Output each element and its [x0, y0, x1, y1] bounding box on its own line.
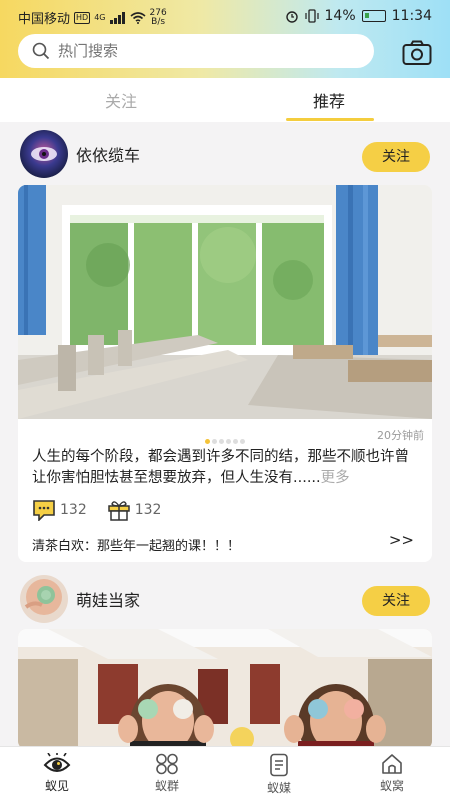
home-icon	[382, 754, 402, 774]
gift-count: 132	[134, 502, 162, 518]
carousel-dot[interactable]	[233, 439, 238, 444]
search-bar[interactable]	[18, 34, 374, 68]
carousel-indicator	[18, 429, 432, 448]
status-bar: 中国移动 HD 4G 276 B/s 14% 11:34	[0, 0, 450, 32]
follow-button[interactable]: 关注	[362, 586, 430, 616]
active-tab-indicator	[286, 118, 374, 121]
post-image-girls[interactable]	[18, 629, 432, 749]
tab-following[interactable]: 关注	[105, 88, 137, 112]
signal-icon	[109, 11, 125, 24]
post-excerpt-text: 人生的每个阶段，都会遇到许多不同的结，那些不顺也许曾让你害怕胆怯甚至想要放弃，但…	[32, 449, 409, 486]
carousel-dot[interactable]	[240, 439, 245, 444]
alarm-icon	[285, 11, 298, 23]
post-author[interactable]: 依依缆车	[20, 130, 140, 178]
carousel-dot[interactable]	[212, 439, 217, 444]
top-comment[interactable]: 清茶白欢：那些年一起翘的课！！！	[32, 535, 240, 554]
carousel-dot[interactable]	[205, 439, 210, 444]
wifi-icon	[129, 11, 146, 24]
camera-icon[interactable]	[402, 40, 432, 66]
nav-label: 蚁媒	[266, 781, 291, 795]
comment-count: 132	[60, 502, 87, 518]
nav-label: 蚁见	[44, 779, 69, 793]
network-speed: 276 B/s	[149, 7, 167, 27]
post-image-classroom[interactable]	[18, 185, 432, 419]
header: 中国移动 HD 4G 276 B/s 14% 11:34	[0, 0, 450, 78]
tab-recommended[interactable]: 推荐	[313, 88, 345, 112]
nav-item-yiqun[interactable]: 蚁群	[137, 753, 197, 794]
comment-stat[interactable]: 132	[32, 499, 87, 521]
comment-icon	[33, 500, 55, 521]
clock: 11:34	[391, 8, 432, 24]
carousel-dot[interactable]	[226, 439, 231, 444]
bottom-nav: 蚁见 蚁群 蚁媒 蚁窝	[0, 746, 450, 800]
search-input[interactable]	[58, 42, 348, 60]
avatar[interactable]	[20, 575, 68, 623]
nav-item-yiwo[interactable]: 蚁窝	[362, 753, 422, 794]
eye-icon	[43, 753, 71, 772]
post-author[interactable]: 萌娃当家	[20, 575, 140, 623]
feed-tabs: 关注 推荐	[0, 78, 450, 122]
carrier-label: 中国移动	[18, 12, 71, 27]
battery-icon	[361, 10, 386, 22]
gift-stat[interactable]: 132	[107, 499, 162, 521]
network-type: 4G	[94, 13, 106, 22]
gift-icon	[107, 501, 130, 521]
post-time: 20分钟前	[377, 429, 424, 442]
nav-item-yimei[interactable]: 蚁媒	[249, 753, 309, 796]
carousel-dot[interactable]	[219, 439, 224, 444]
grid-icon	[156, 753, 178, 775]
avatar[interactable]	[20, 130, 68, 178]
post-stats: 132 132	[32, 499, 181, 521]
author-name[interactable]: 萌娃当家	[76, 587, 140, 611]
battery-percent: 14%	[324, 8, 356, 24]
more-link[interactable]: 更多	[321, 470, 350, 486]
post-card[interactable]: 20分钟前 人生的每个阶段，都会遇到许多不同的结，那些不顺也许曾让你害怕胆怯甚至…	[18, 185, 432, 562]
nav-label: 蚁窝	[379, 779, 404, 793]
more-comments-arrow[interactable]: >>	[389, 531, 414, 549]
post-excerpt[interactable]: 人生的每个阶段，都会遇到许多不同的结，那些不顺也许曾让你害怕胆怯甚至想要放弃，但…	[32, 447, 418, 489]
hd-badge: HD	[74, 11, 91, 24]
author-name[interactable]: 依依缆车	[76, 142, 140, 166]
vibrate-icon	[304, 9, 319, 23]
nav-label: 蚁群	[154, 779, 179, 793]
nav-item-yijian[interactable]: 蚁见	[27, 753, 87, 794]
post-card[interactable]	[18, 629, 432, 749]
follow-button[interactable]: 关注	[362, 142, 430, 172]
document-icon	[270, 753, 288, 777]
search-icon	[32, 42, 50, 60]
